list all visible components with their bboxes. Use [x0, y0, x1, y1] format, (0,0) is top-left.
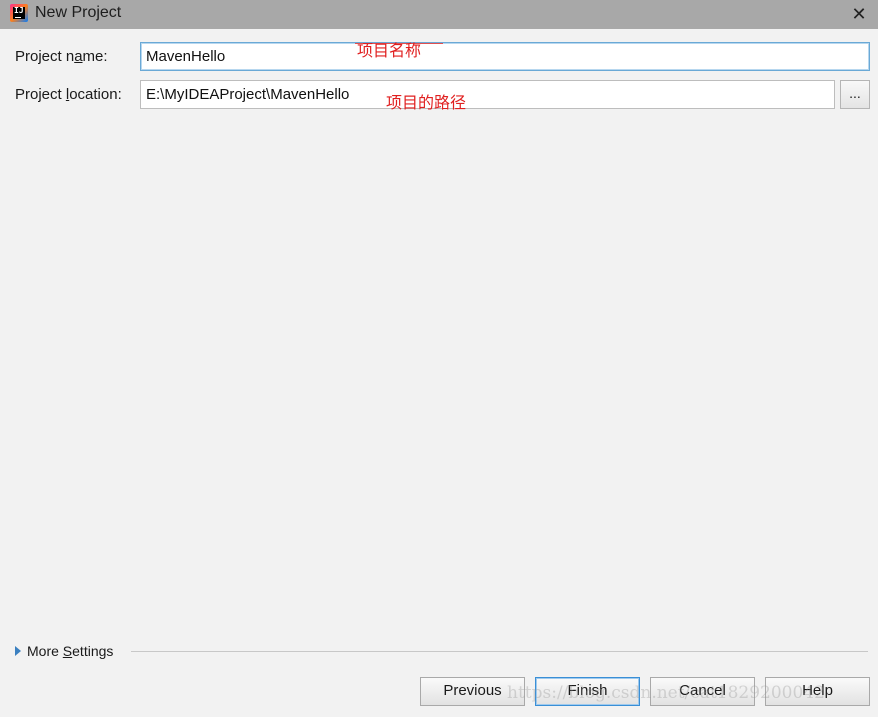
previous-button[interactable]: Previous	[420, 677, 525, 706]
title-bar: IJ New Project ✕	[0, 0, 878, 29]
annotation-project-name: 项目名称	[357, 41, 422, 60]
project-location-label: Project location:	[15, 86, 122, 103]
window-title: New Project	[35, 4, 122, 21]
annotation-project-location: 项目的路径	[386, 93, 467, 112]
cancel-button[interactable]: Cancel	[650, 677, 755, 706]
close-icon: ✕	[851, 4, 867, 24]
project-name-label: Project name:	[15, 48, 108, 65]
project-name-input[interactable]	[140, 42, 870, 71]
intellij-idea-icon: IJ	[10, 4, 28, 22]
app-icon-text: IJ	[14, 6, 24, 15]
help-button[interactable]: Help	[765, 677, 870, 706]
more-settings-toggle[interactable]: More Settings	[15, 643, 113, 659]
settings-divider	[131, 651, 868, 652]
browse-button[interactable]: ...	[840, 80, 870, 109]
expand-arrow-icon	[15, 646, 21, 656]
finish-button[interactable]: Finish	[535, 677, 640, 706]
project-location-input[interactable]	[140, 80, 835, 109]
close-button[interactable]: ✕	[848, 3, 870, 25]
